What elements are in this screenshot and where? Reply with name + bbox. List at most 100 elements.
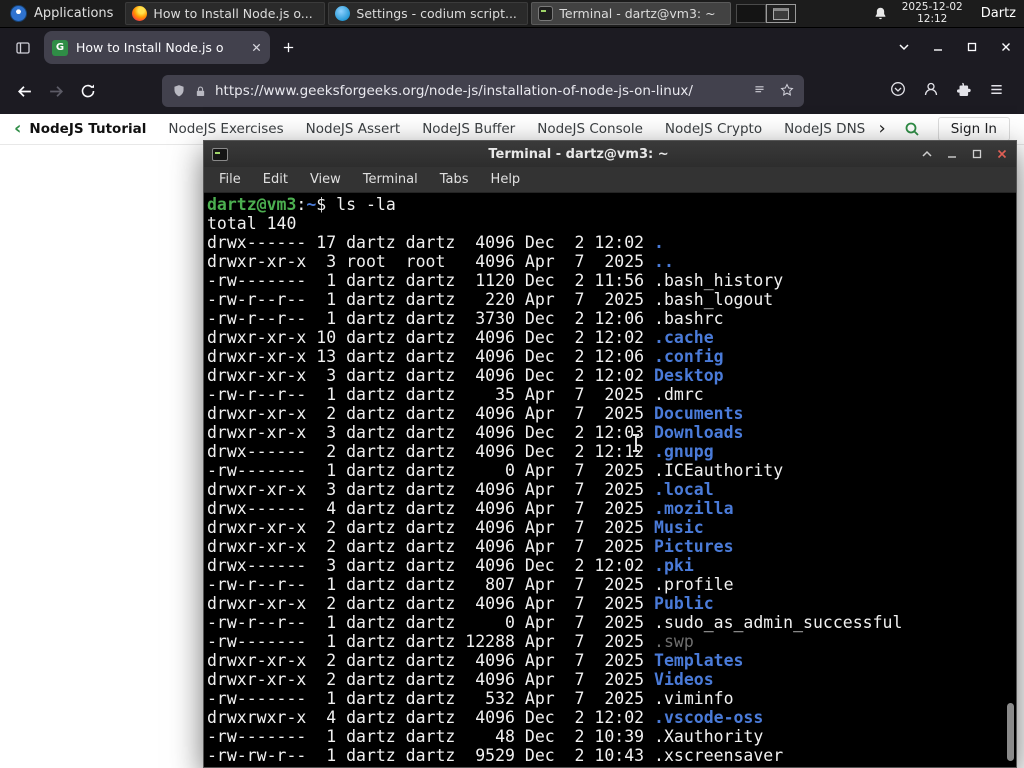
search-icon[interactable] — [904, 121, 920, 137]
terminal-output-line: drwxr-xr-x 13 dartz dartz 4096 Dec 2 12:… — [207, 347, 724, 366]
terminal-menu-help[interactable]: Help — [480, 172, 532, 187]
terminal-window-controls — [921, 145, 1008, 164]
taskbar-button-label: How to Install Node.js o... — [153, 6, 313, 21]
terminal-output-line: drwxr-xr-x 3 root root 4096 Apr 7 2025 .… — [207, 252, 674, 271]
applications-menu-button[interactable]: Applications — [0, 0, 123, 27]
tab-close-icon[interactable] — [251, 42, 262, 53]
terminal-output-line: drwxr-xr-x 2 dartz dartz 4096 Apr 7 2025… — [207, 518, 704, 537]
terminal-output-line: drwxr-xr-x 2 dartz dartz 4096 Apr 7 2025… — [207, 537, 734, 556]
terminal-output-line: drwxr-xr-x 2 dartz dartz 4096 Apr 7 2025… — [207, 651, 744, 670]
applications-icon — [10, 5, 27, 22]
terminal-output[interactable]: dartz@vm3:~$ ls -la total 140 drwx------ 1… — [204, 193, 1016, 767]
list-tabs-chevron-icon[interactable] — [898, 38, 910, 57]
sign-in-button[interactable]: Sign In — [937, 117, 1010, 141]
codium-icon — [335, 6, 351, 21]
minimize-button[interactable] — [932, 38, 944, 57]
window-controls — [898, 38, 1012, 57]
terminal-output-line: drwx------ 3 dartz dartz 4096 Dec 2 12:0… — [207, 556, 694, 575]
taskbar-button-label: Settings - codium script... — [356, 6, 517, 21]
browser-tab[interactable]: G How to Install Node.js o — [44, 31, 270, 64]
terminal-output-line: -rw------- 1 dartz dartz 0 Apr 7 2025 .I… — [207, 461, 784, 480]
site-nav-item[interactable]: NodeJS DNS — [784, 121, 865, 137]
terminal-output-line: -rw-r--r-- 1 dartz dartz 807 Apr 7 2025 … — [207, 575, 734, 594]
forward-button[interactable] — [40, 75, 72, 107]
terminal-output-line: -rw------- 1 dartz dartz 532 Apr 7 2025 … — [207, 689, 734, 708]
extensions-icon[interactable] — [956, 81, 972, 101]
terminal-menu-file[interactable]: File — [208, 172, 252, 187]
terminal-output-line: drwx------ 2 dartz dartz 4096 Dec 2 12:1… — [207, 442, 714, 461]
close-button[interactable] — [1000, 38, 1012, 57]
terminal-output-line: -rw-rw-r-- 1 dartz dartz 9529 Dec 2 10:4… — [207, 746, 784, 765]
terminal-output-line: -rw------- 1 dartz dartz 48 Dec 2 10:39 … — [207, 727, 764, 746]
menu-button[interactable] — [989, 82, 1004, 101]
terminal-output-line: -rw------- 1 dartz dartz 12288 Apr 7 202… — [207, 632, 694, 651]
clock[interactable]: 2025-12-02 12:12 — [901, 1, 963, 25]
taskbar-button[interactable]: Settings - codium script... — [328, 2, 529, 25]
reader-mode-icon[interactable] — [753, 82, 766, 101]
reload-button[interactable] — [72, 75, 104, 107]
nav-scroll-left-chevron[interactable]: ‹ — [14, 120, 21, 138]
tab-bar: G How to Install Node.js o — [0, 27, 1024, 68]
terminal-menu-tabs[interactable]: Tabs — [429, 172, 480, 187]
terminal-output-line: -rw------- 1 dartz dartz 1120 Dec 2 11:5… — [207, 271, 784, 290]
taskbar: How to Install Node.js o... Settings - co… — [125, 0, 732, 27]
terminal-output-line: drwxr-xr-x 3 dartz dartz 4096 Dec 2 12:0… — [207, 423, 744, 442]
new-tab-button[interactable] — [282, 41, 295, 54]
maximize-button[interactable] — [971, 145, 983, 164]
taskbar-button-label: Terminal - dartz@vm3: ~ — [559, 6, 716, 21]
firefox-view-button[interactable] — [8, 33, 38, 63]
site-nav-item[interactable]: NodeJS Buffer — [422, 121, 515, 137]
terminal-scrollbar-thumb[interactable] — [1007, 703, 1014, 761]
workspace-switcher[interactable] — [735, 4, 796, 23]
workspace-2[interactable] — [765, 4, 796, 23]
tracking-shield-icon[interactable] — [172, 84, 186, 98]
terminal-titlebar[interactable]: Terminal - dartz@vm3: ~ — [204, 141, 1016, 167]
user-menu[interactable]: Dartz — [981, 6, 1016, 21]
terminal-output-line: drwxr-xr-x 2 dartz dartz 4096 Apr 7 2025… — [207, 594, 714, 613]
terminal-icon — [538, 6, 554, 21]
site-nav-right: › Sign In — [879, 117, 1010, 141]
terminal-menu-view[interactable]: View — [299, 172, 352, 187]
terminal-output-line: drwxrwxr-x 4 dartz dartz 4096 Dec 2 12:0… — [207, 708, 764, 727]
workspace-1[interactable] — [735, 4, 766, 23]
terminal-output-line: drwxr-xr-x 10 dartz dartz 4096 Dec 2 12:… — [207, 328, 714, 347]
site-nav-item[interactable]: NodeJS Exercises — [168, 121, 283, 137]
terminal-menu-terminal[interactable]: Terminal — [352, 172, 429, 187]
terminal-menu-edit[interactable]: Edit — [252, 172, 299, 187]
shade-button[interactable] — [921, 145, 933, 164]
site-nav-item[interactable]: NodeJS Crypto — [665, 121, 762, 137]
terminal-app-icon — [212, 147, 228, 161]
url-actions — [753, 82, 794, 101]
terminal-prompt-line: dartz@vm3:~$ ls -la — [207, 195, 396, 214]
minimize-button[interactable] — [946, 145, 958, 164]
terminal-output-line: total 140 — [207, 214, 297, 233]
tab-title: How to Install Node.js o — [76, 40, 224, 55]
taskbar-button[interactable]: How to Install Node.js o... — [125, 2, 326, 25]
nav-scroll-right-chevron[interactable]: › — [879, 120, 886, 138]
account-icon[interactable] — [923, 81, 939, 101]
site-nav-item[interactable]: NodeJS Console — [537, 121, 643, 137]
site-nav-item[interactable]: NodeJS Assert — [306, 121, 401, 137]
terminal-output-line: -rw-r--r-- 1 dartz dartz 35 Apr 7 2025 .… — [207, 385, 704, 404]
pocket-icon[interactable] — [890, 81, 906, 101]
bookmark-star-icon[interactable] — [780, 82, 794, 101]
url-text[interactable]: https://www.geeksforgeeks.org/node-js/in… — [215, 83, 745, 99]
restore-button[interactable] — [966, 38, 978, 57]
close-button[interactable] — [996, 145, 1008, 164]
terminal-title: Terminal - dartz@vm3: ~ — [488, 146, 669, 162]
terminal-output-line: drwxr-xr-x 2 dartz dartz 4096 Apr 7 2025… — [207, 404, 744, 423]
mouse-cursor — [633, 434, 639, 452]
site-nav-items: NodeJS Exercises NodeJS Assert NodeJS Buff… — [168, 121, 868, 137]
terminal-menubar: File Edit View Terminal Tabs Help — [204, 167, 1016, 193]
site-nav-item-tutorial[interactable]: NodeJS Tutorial — [29, 121, 146, 137]
back-button[interactable] — [8, 75, 40, 107]
lock-icon[interactable] — [194, 85, 207, 98]
terminal-output-line: drwx------ 17 dartz dartz 4096 Dec 2 12:… — [207, 233, 664, 252]
clock-date: 2025-12-02 — [901, 1, 963, 13]
applications-label: Applications — [34, 6, 114, 21]
notifications-bell-icon[interactable] — [872, 6, 890, 21]
url-bar[interactable]: https://www.geeksforgeeks.org/node-js/in… — [162, 75, 804, 107]
terminal-output-line: drwxr-xr-x 3 dartz dartz 4096 Dec 2 12:0… — [207, 366, 724, 385]
taskbar-button[interactable]: Terminal - dartz@vm3: ~ — [531, 2, 732, 25]
terminal-output-line: drwxr-xr-x 2 dartz dartz 4096 Apr 7 2025… — [207, 670, 714, 689]
